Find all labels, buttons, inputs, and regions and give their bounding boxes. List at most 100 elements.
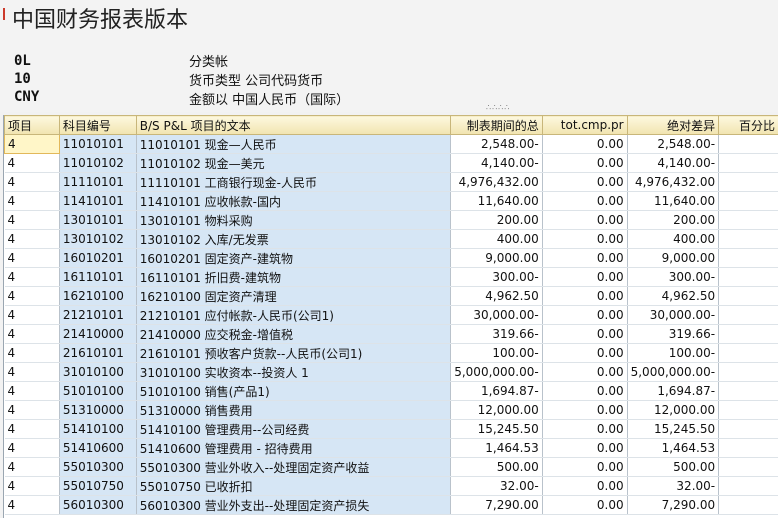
table-row[interactable]: 4 51310000 51310000 销售费用 12,000.00 0.00 12,00… — [4, 400, 778, 420]
cell-percent[interactable] — [718, 419, 778, 439]
cell-abs-diff[interactable]: 9,000.00 — [627, 248, 720, 268]
cell-period-total[interactable]: 30,000.00- — [450, 305, 543, 325]
cell-text[interactable]: 11110101 工商银行现金-人民币 — [136, 172, 452, 192]
cell-comparison[interactable]: 0.00 — [542, 267, 628, 287]
cell-abs-diff[interactable]: 500.00 — [627, 457, 720, 477]
cell-account[interactable]: 11010101 — [59, 134, 137, 154]
cell-comparison[interactable]: 0.00 — [542, 476, 628, 496]
cell-account[interactable]: 11010102 — [59, 153, 137, 173]
cell-percent[interactable] — [718, 172, 778, 192]
table-row[interactable]: 4 21210101 21210101 应付帐款-人民币(公司1) 30,000.00… — [4, 305, 778, 325]
cell-item[interactable]: 4 — [4, 438, 60, 458]
cell-percent[interactable] — [718, 381, 778, 401]
cell-comparison[interactable]: 0.00 — [542, 248, 628, 268]
cell-comparison[interactable]: 0.00 — [542, 343, 628, 363]
cell-comparison[interactable]: 0.00 — [542, 191, 628, 211]
cell-text[interactable]: 11010101 现金—人民币 — [136, 134, 452, 154]
cell-text[interactable]: 21610101 预收客户货款--人民币(公司1) — [136, 343, 452, 363]
cell-period-total[interactable]: 100.00- — [450, 343, 543, 363]
cell-item[interactable]: 4 — [4, 153, 60, 173]
cell-text[interactable]: 21210101 应付帐款-人民币(公司1) — [136, 305, 452, 325]
cell-account[interactable]: 21210101 — [59, 305, 137, 325]
cell-text[interactable]: 56010300 营业外支出--处理固定资产损失 — [136, 495, 452, 515]
cell-percent[interactable] — [718, 438, 778, 458]
cell-item[interactable]: 4 — [4, 210, 60, 230]
cell-item[interactable]: 4 — [4, 457, 60, 477]
cell-account[interactable]: 51410600 — [59, 438, 137, 458]
cell-percent[interactable] — [718, 191, 778, 211]
cell-period-total[interactable]: 9,000.00 — [450, 248, 543, 268]
cell-text[interactable]: 55010300 营业外收入--处理固定资产收益 — [136, 457, 452, 477]
cell-abs-diff[interactable]: 300.00- — [627, 267, 720, 287]
column-header-item[interactable]: 项目 — [4, 115, 60, 135]
cell-period-total[interactable]: 11,640.00 — [450, 191, 543, 211]
cell-comparison[interactable]: 0.00 — [542, 381, 628, 401]
cell-text[interactable]: 21410000 应交税金-增值税 — [136, 324, 452, 344]
column-header-percent[interactable]: 百分比 — [718, 115, 778, 135]
table-row[interactable]: 4 11110101 11110101 工商银行现金-人民币 4,976,432.00… — [4, 172, 778, 192]
cell-period-total[interactable]: 1,464.53 — [450, 438, 543, 458]
table-row[interactable]: 4 21610101 21610101 预收客户货款--人民币(公司1) 100.00… — [4, 343, 778, 363]
cell-abs-diff[interactable]: 7,290.00 — [627, 495, 720, 515]
table-row[interactable]: 4 55010300 55010300 营业外收入--处理固定资产收益 500.00 0… — [4, 457, 778, 477]
cell-percent[interactable] — [718, 400, 778, 420]
table-row[interactable]: 4 11010101 11010101 现金—人民币 2,548.00- 0.00 2,5… — [4, 134, 778, 154]
cell-abs-diff[interactable]: 4,962.50 — [627, 286, 720, 306]
cell-period-total[interactable]: 2,548.00- — [450, 134, 543, 154]
cell-account[interactable]: 11110101 — [59, 172, 137, 192]
cell-abs-diff[interactable]: 100.00- — [627, 343, 720, 363]
cell-percent[interactable] — [718, 267, 778, 287]
cell-text[interactable]: 51410600 管理费用 - 招待费用 — [136, 438, 452, 458]
cell-account[interactable]: 21410000 — [59, 324, 137, 344]
cell-item[interactable]: 4 — [4, 286, 60, 306]
splitter-handle[interactable]: ∴∴∴∴ — [486, 103, 510, 112]
cell-item[interactable]: 4 — [4, 495, 60, 515]
cell-abs-diff[interactable]: 11,640.00 — [627, 191, 720, 211]
cell-text[interactable]: 31010100 实收资本--投资人 1 — [136, 362, 452, 382]
cell-item[interactable]: 4 — [4, 248, 60, 268]
cell-item[interactable]: 4 — [4, 134, 60, 154]
column-header-text[interactable]: B/S P&L 项目的文本 — [135, 115, 452, 135]
cell-comparison[interactable]: 0.00 — [542, 400, 628, 420]
table-row[interactable]: 4 51410100 51410100 管理费用--公司经费 15,245.50 0.0… — [4, 419, 778, 439]
cell-percent[interactable] — [718, 229, 778, 249]
cell-text[interactable]: 16210100 固定资产清理 — [136, 286, 452, 306]
cell-abs-diff[interactable]: 32.00- — [627, 476, 720, 496]
cell-period-total[interactable]: 7,290.00 — [450, 495, 543, 515]
cell-period-total[interactable]: 32.00- — [450, 476, 543, 496]
cell-comparison[interactable]: 0.00 — [542, 172, 628, 192]
cell-item[interactable]: 4 — [4, 267, 60, 287]
cell-abs-diff[interactable]: 1,694.87- — [627, 381, 720, 401]
cell-item[interactable]: 4 — [4, 381, 60, 401]
cell-account[interactable]: 16210100 — [59, 286, 137, 306]
cell-period-total[interactable]: 400.00 — [450, 229, 543, 249]
cell-item[interactable]: 4 — [4, 419, 60, 439]
cell-comparison[interactable]: 0.00 — [542, 305, 628, 325]
cell-item[interactable]: 4 — [4, 305, 60, 325]
cell-percent[interactable] — [718, 210, 778, 230]
column-header-account[interactable]: 科目编号 — [58, 115, 137, 135]
cell-comparison[interactable]: 0.00 — [542, 438, 628, 458]
cell-text[interactable]: 16010201 固定资产-建筑物 — [136, 248, 452, 268]
cell-text[interactable]: 11010102 现金—美元 — [136, 153, 452, 173]
cell-percent[interactable] — [718, 286, 778, 306]
cell-comparison[interactable]: 0.00 — [542, 286, 628, 306]
report-grid[interactable]: 项目 科目编号 B/S P&L 项目的文本 制表期间的总 tot.cmp.pr … — [3, 115, 778, 518]
table-row[interactable]: 4 13010102 13010102 入库/无发票 400.00 0.00 400.00 — [4, 229, 778, 249]
cell-text[interactable]: 16110101 折旧费-建筑物 — [136, 267, 452, 287]
cell-comparison[interactable]: 0.00 — [542, 229, 628, 249]
cell-account[interactable]: 55010300 — [59, 457, 137, 477]
cell-item[interactable]: 4 — [4, 191, 60, 211]
cell-period-total[interactable]: 1,694.87- — [450, 381, 543, 401]
cell-text[interactable]: 13010102 入库/无发票 — [136, 229, 452, 249]
cell-period-total[interactable]: 4,976,432.00 — [450, 172, 543, 192]
cell-percent[interactable] — [718, 362, 778, 382]
cell-text[interactable]: 13010101 物料采购 — [136, 210, 452, 230]
cell-abs-diff[interactable]: 15,245.50 — [627, 419, 720, 439]
table-row[interactable]: 4 16010201 16010201 固定资产-建筑物 9,000.00 0.00 9,… — [4, 248, 778, 268]
cell-text[interactable]: 55010750 已收折扣 — [136, 476, 452, 496]
cell-period-total[interactable]: 300.00- — [450, 267, 543, 287]
cell-abs-diff[interactable]: 2,548.00- — [627, 134, 720, 154]
cell-comparison[interactable]: 0.00 — [542, 153, 628, 173]
cell-comparison[interactable]: 0.00 — [542, 324, 628, 344]
